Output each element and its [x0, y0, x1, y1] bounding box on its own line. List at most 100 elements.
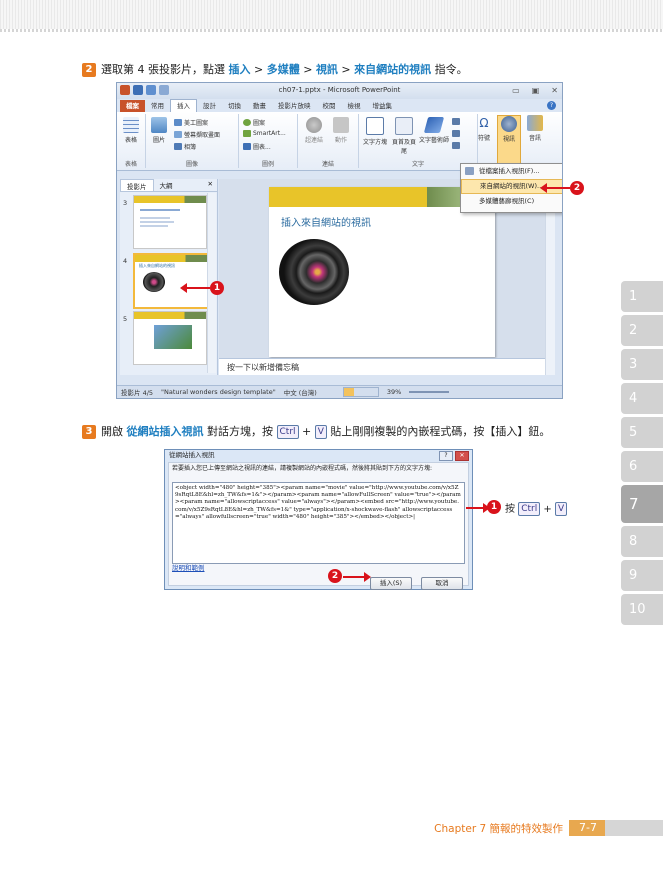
- help-button[interactable]: ?: [439, 451, 453, 461]
- menu-path-item: 來自網站的視訊: [354, 63, 432, 76]
- v-key: V: [314, 425, 327, 439]
- text-extra-icon-2[interactable]: [452, 130, 460, 137]
- wordart-button[interactable]: 文字藝術師: [419, 117, 449, 144]
- audio-button[interactable]: 音訊: [524, 115, 546, 142]
- theme-name: "Natural wonders design template": [161, 388, 276, 396]
- hyperlink-icon: [306, 117, 322, 133]
- group-links: 超連結 動作 連結: [298, 114, 359, 168]
- camera-lens-image: [143, 272, 165, 292]
- symbol-button[interactable]: Ω 符號: [473, 115, 495, 142]
- textbox-icon: [366, 117, 384, 135]
- zoom-slider[interactable]: [409, 391, 450, 393]
- picture-icon: [151, 117, 167, 133]
- speaker-icon: [527, 115, 543, 131]
- chapter-tab-4[interactable]: 4: [621, 383, 663, 414]
- tab-slideshow[interactable]: 投影片放映: [272, 100, 317, 112]
- menu-item-clipart-video[interactable]: 多媒體藝廊視訊(C): [461, 194, 562, 209]
- dialog-close-button[interactable]: ✕: [455, 451, 469, 461]
- close-icon[interactable]: ✕: [204, 179, 217, 191]
- video-button[interactable]: 視訊: [497, 115, 521, 165]
- slide-title[interactable]: 插入來自網站的視訊: [281, 214, 371, 229]
- insert-video-from-website-dialog: 從網站插入視訊 ? ✕ 若要插入您已上傳至網站之視訊的連結，請複製網站的內嵌程式…: [164, 449, 473, 590]
- title-bar: ch07-1.pptx - Microsoft PowerPoint ▭ ▣ ✕: [117, 83, 562, 99]
- chapter-title: Chapter 7 簡報的特效製作: [434, 822, 563, 835]
- chapter-tab-8[interactable]: 8: [621, 526, 663, 557]
- film-reel-icon: [501, 116, 517, 132]
- view-buttons[interactable]: [342, 387, 379, 397]
- chart-button[interactable]: 圖表...: [243, 142, 271, 151]
- hyperlink-button[interactable]: 超連結: [303, 117, 325, 144]
- clipart-icon: [174, 119, 182, 126]
- picture-button[interactable]: 圖片: [148, 117, 170, 144]
- action-button[interactable]: 動作: [330, 117, 352, 144]
- callout-arrow: [466, 503, 490, 513]
- group-illustrations: 圖案 SmartArt... 圖表... 圖例: [239, 114, 298, 168]
- tab-animations[interactable]: 動畫: [247, 100, 272, 112]
- slide-thumbnail-3[interactable]: [133, 195, 207, 249]
- chapter-tab-1[interactable]: 1: [621, 281, 663, 312]
- tab-review[interactable]: 校閱: [317, 100, 342, 112]
- header-footer-button[interactable]: 頁首及頁尾: [391, 117, 417, 155]
- dialog-title: 從網站插入視訊 ? ✕: [165, 450, 472, 461]
- tab-slides[interactable]: 投影片: [120, 179, 154, 191]
- slide-count: 投影片 4/5: [121, 389, 154, 397]
- tab-file[interactable]: 檔案: [120, 100, 145, 112]
- callout-arrow: [343, 572, 371, 582]
- album-icon: [174, 143, 182, 150]
- callout-arrow: [540, 183, 570, 193]
- album-button[interactable]: 相簿: [174, 142, 196, 151]
- tab-design[interactable]: 設計: [197, 100, 222, 112]
- callout-2-insert: 2: [328, 569, 342, 583]
- film-icon: [465, 167, 474, 175]
- chapter-tab-9[interactable]: 9: [621, 560, 663, 591]
- screenshot-icon: [174, 131, 182, 138]
- close-button[interactable]: ✕: [551, 86, 558, 95]
- clipart-button[interactable]: 美工圖案: [174, 118, 208, 127]
- chapter-tab-3[interactable]: 3: [621, 349, 663, 380]
- tab-addins[interactable]: 增益集: [367, 100, 399, 112]
- step3-number: 3: [82, 425, 96, 439]
- menu-path-separator: >: [299, 63, 316, 76]
- notes-field[interactable]: 按一下以新增備忘稿: [219, 358, 547, 375]
- tab-home[interactable]: 常用: [145, 100, 170, 112]
- smartart-button[interactable]: SmartArt...: [243, 130, 286, 137]
- tab-transitions[interactable]: 切換: [222, 100, 247, 112]
- action-icon: [333, 117, 349, 133]
- tab-view[interactable]: 檢視: [342, 100, 367, 112]
- minimize-button[interactable]: ▭: [512, 86, 520, 95]
- help-examples-link[interactable]: 說明和範例: [172, 562, 205, 572]
- chapter-tab-7[interactable]: 7: [621, 485, 663, 523]
- menu-path-item: 視訊: [315, 63, 338, 76]
- screenshot-button[interactable]: 螢幕擷取畫面: [174, 130, 220, 139]
- chapter-tabs: 1 2 3 4 5 6 7 8 9 10: [621, 281, 663, 628]
- group-images: 圖片 美工圖案 螢幕擷取畫面 相簿 圖像: [146, 114, 239, 168]
- slide-thumbnail-4[interactable]: 插入來自網站的視訊: [133, 253, 209, 309]
- callout-arrow: [180, 283, 210, 293]
- insert-button[interactable]: 插入(S): [370, 577, 412, 590]
- cancel-button[interactable]: 取消: [421, 577, 463, 590]
- text-extra-icon[interactable]: [452, 118, 460, 125]
- table-button[interactable]: 表格: [120, 117, 142, 144]
- text-extra-icon-3[interactable]: [452, 142, 460, 149]
- chart-icon: [243, 143, 251, 150]
- chapter-tab-6[interactable]: 6: [621, 451, 663, 482]
- ribbon-tabs: 檔案 常用 插入 設計 切換 動畫 投影片放映 校閱 檢視 增益集 ?: [117, 99, 562, 112]
- slide-thumbnail-5[interactable]: [133, 311, 207, 365]
- wordart-icon: [423, 117, 445, 133]
- chapter-tab-2[interactable]: 2: [621, 315, 663, 346]
- step2-number: 2: [82, 63, 96, 77]
- step2-instruction: 2 選取第 4 張投影片，點選 插入 > 多媒體 > 視訊 > 來自網站的視訊 指…: [82, 63, 468, 77]
- shapes-button[interactable]: 圖案: [243, 118, 265, 127]
- callout-1-note: 按 Ctrl + V: [505, 500, 568, 516]
- chapter-tab-10[interactable]: 10: [621, 594, 663, 625]
- textbox-button[interactable]: 文字方塊: [361, 117, 389, 146]
- powerpoint-window: ch07-1.pptx - Microsoft PowerPoint ▭ ▣ ✕…: [116, 82, 563, 399]
- help-icon[interactable]: ?: [547, 101, 556, 110]
- tab-outline[interactable]: 大綱: [154, 179, 179, 191]
- embed-code-textarea[interactable]: <object width="480" height="385"><param …: [172, 482, 465, 564]
- maximize-button[interactable]: ▣: [532, 86, 540, 95]
- menu-item-video-from-file[interactable]: 從檔案插入視訊(F)...: [461, 164, 562, 179]
- tab-insert[interactable]: 插入: [170, 99, 197, 112]
- chapter-tab-5[interactable]: 5: [621, 417, 663, 448]
- language: 中文 (台灣): [283, 389, 317, 397]
